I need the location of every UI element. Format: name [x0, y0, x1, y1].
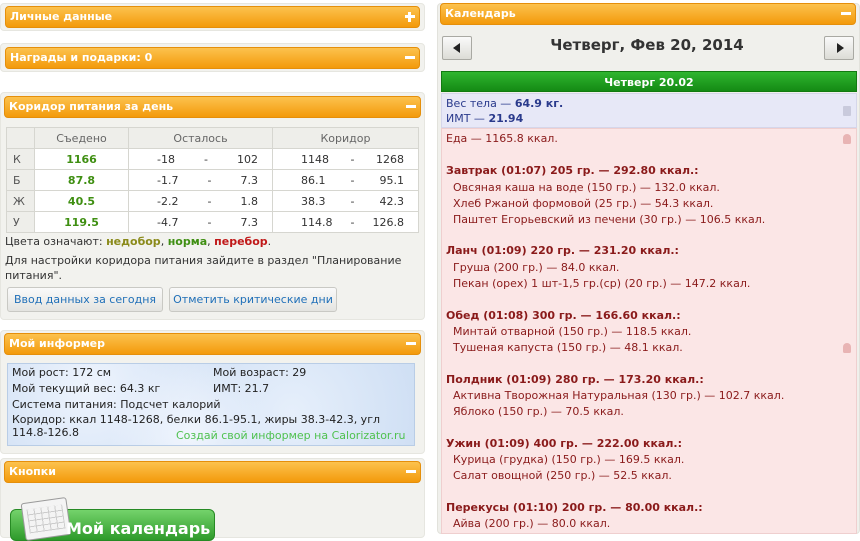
row-label: Ж: [6, 190, 35, 212]
meal-header: Ужин (01:09) 400 гр. — 222.00 ккал.:: [446, 437, 682, 450]
informer-link[interactable]: Создай свой информер на Calorizator.ru: [176, 429, 405, 442]
body-weight: Вес тела — 64.9 кг.: [446, 97, 564, 110]
meal-item: Тушеная капуста (150 гр.) — 48.1 ккал.: [453, 341, 683, 354]
meal-item: Пекан (орех) 1 шт-1,5 гр.(ср) (20 гр.) —…: [453, 277, 751, 290]
calendar-header[interactable]: Календарь: [440, 3, 856, 25]
meal-item: Паштет Егорьевский из печени (30 гр.) — …: [453, 213, 766, 226]
enter-today-button[interactable]: Ввод данных за сегодня: [7, 287, 163, 312]
eaten-value: 40.5: [34, 190, 129, 212]
informer-bmi: ИМТ: 21.7: [213, 382, 270, 395]
meal-item: Минтай отварной (150 гр.) — 118.5 ккал.: [453, 325, 692, 338]
corridor-range: 38.3-42.3: [272, 190, 419, 212]
legend-norm: норма: [167, 235, 208, 248]
left-column: Личные данные Награды и подарки: 0 Корид…: [0, 0, 425, 541]
next-day-button[interactable]: [824, 36, 854, 60]
collapse-icon[interactable]: [405, 53, 415, 63]
col-remaining: Осталось: [128, 127, 273, 149]
meal-header: Ланч (01:09) 220 гр. — 231.20 ккал.:: [446, 244, 679, 257]
color-legend: Цвета означают: недобор, норма, перебор.: [5, 235, 272, 248]
personal-title: Личные данные: [10, 10, 113, 23]
apple-icon: [843, 134, 851, 144]
row-label: У: [6, 211, 35, 233]
meal-header: Завтрак (01:07) 205 гр. — 292.80 ккал.:: [446, 164, 699, 177]
meal-item: Салат овощной (250 гр.) — 52.5 ккал.: [453, 469, 672, 482]
personal-panel: Личные данные: [0, 3, 425, 31]
remaining-range: -2.2-1.8: [128, 190, 273, 212]
meal-item: Хлеб Ржаной формовой (25 гр.) — 54.3 кка…: [453, 197, 714, 210]
legend-over: перебор: [214, 235, 268, 248]
meal-item: Курица (грудка) (150 гр.) — 169.5 ккал.: [453, 453, 685, 466]
collapse-icon[interactable]: [406, 339, 416, 349]
my-calendar-label: Мой календарь: [66, 519, 211, 538]
body-bmi: ИМТ — 21.94: [446, 112, 524, 125]
meal-item: Груша (200 гр.) — 84.0 ккал.: [453, 261, 620, 274]
table-row: Б 87.8 -1.7-7.3 86.1-95.1: [6, 169, 419, 191]
table-row: У 119.5 -4.7-7.3 114.8-126.8: [6, 211, 419, 233]
informer-age: Мой возраст: 29: [213, 366, 307, 379]
row-label: К: [6, 148, 35, 170]
food-log: Еда — 1165.8 ккал. Завтрак (01:07) 205 г…: [441, 128, 857, 534]
awards-title: Награды и подарки: 0: [10, 51, 153, 64]
informer-title: Мой информер: [9, 337, 106, 350]
meal-item: Овсяная каша на воде (150 гр.) — 132.0 к…: [453, 181, 720, 194]
meal-item: Айва (200 гр.) — 80.0 ккал.: [453, 517, 611, 530]
collapse-icon[interactable]: [406, 102, 416, 112]
informer-widget[interactable]: Мой рост: 172 см Мой возраст: 29 Мой тек…: [7, 363, 415, 446]
calendar-title: Календарь: [445, 7, 516, 20]
table-header-row: Съедено Осталось Коридор: [6, 127, 419, 149]
apple-icon: [843, 343, 851, 353]
eaten-value: 87.8: [34, 169, 129, 191]
corridor-table: Съедено Осталось Коридор К 1166 -18-102 …: [6, 127, 419, 233]
corridor-range: 114.8-126.8: [272, 211, 419, 233]
buttons-header[interactable]: Кнопки: [4, 461, 421, 483]
awards-panel: Награды и подарки: 0: [0, 43, 425, 72]
meal-item: Активна Творожная Натуральная (130 гр.) …: [453, 389, 785, 402]
corridor-range: 86.1-95.1: [272, 169, 419, 191]
col-eaten: Съедено: [34, 127, 129, 149]
informer-weight: Мой текущий вес: 64.3 кг: [12, 382, 161, 395]
personal-header[interactable]: Личные данные: [5, 6, 420, 28]
remaining-range: -4.7-7.3: [128, 211, 273, 233]
day-bar[interactable]: Четверг 20.02: [441, 71, 857, 92]
remaining-range: -1.7-7.3: [128, 169, 273, 191]
collapse-icon[interactable]: [841, 9, 851, 19]
calendar-icon: [20, 496, 72, 541]
right-column: Календарь Четверг, Фев 20, 2014 Четверг …: [437, 0, 860, 534]
eaten-value: 119.5: [34, 211, 129, 233]
corridor-title: Коридор питания за день: [9, 100, 174, 113]
corridor-range: 1148-1268: [272, 148, 419, 170]
prev-day-button[interactable]: [442, 36, 472, 60]
collapse-icon[interactable]: [406, 467, 416, 477]
table-row: Ж 40.5 -2.2-1.8 38.3-42.3: [6, 190, 419, 212]
body-stats: Вес тела — 64.9 кг. ИМТ — 21.94: [441, 93, 857, 128]
meal-header: Полдник (01:09) 280 гр. — 173.20 ккал.:: [446, 373, 704, 386]
meal-header: Перекусы (01:10) 200 гр. — 80.00 ккал.:: [446, 501, 703, 514]
mark-critical-days-button[interactable]: Отметить критические дни: [169, 287, 337, 312]
date-heading: Четверг, Фев 20, 2014: [550, 36, 744, 54]
eaten-value: 1166: [34, 148, 129, 170]
food-total: Еда — 1165.8 ккал.: [446, 132, 558, 145]
corridor-header[interactable]: Коридор питания за день: [4, 96, 421, 118]
my-calendar-button[interactable]: Мой календарь: [10, 496, 215, 541]
remaining-range: -18-102: [128, 148, 273, 170]
table-row: К 1166 -18-102 1148-1268: [6, 148, 419, 170]
col-corridor: Коридор: [272, 127, 419, 149]
row-label: Б: [6, 169, 35, 191]
corner-cell: [6, 127, 35, 149]
corridor-hint: Для настройки коридора питания зайдите в…: [5, 254, 402, 282]
scale-icon: [843, 106, 851, 116]
meal-item: Яблоко (150 гр.) — 70.5 ккал.: [453, 405, 624, 418]
expand-icon[interactable]: [405, 12, 415, 22]
informer-height: Мой рост: 172 см: [12, 366, 112, 379]
informer-system: Система питания: Подсчет калорий: [12, 398, 221, 411]
informer-header[interactable]: Мой информер: [4, 333, 421, 355]
buttons-title: Кнопки: [9, 465, 56, 478]
awards-header[interactable]: Награды и подарки: 0: [5, 47, 420, 69]
meal-header: Обед (01:08) 300 гр. — 166.60 ккал.:: [446, 309, 681, 322]
legend-under: недобор: [106, 235, 161, 248]
